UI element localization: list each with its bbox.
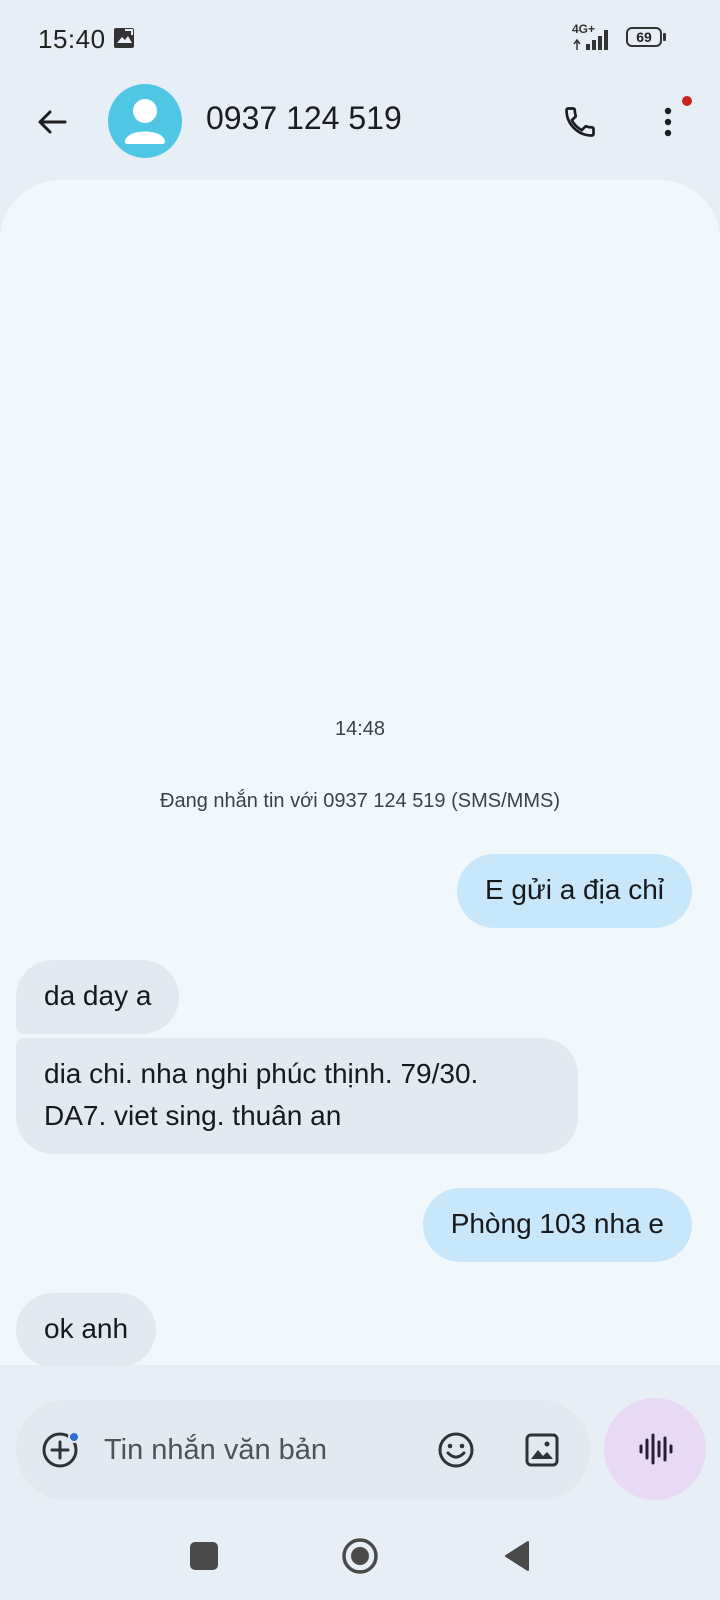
gallery-button[interactable] xyxy=(520,1428,564,1472)
nav-back-button[interactable] xyxy=(502,1538,532,1574)
recents-button[interactable] xyxy=(190,1542,218,1570)
emoji-button[interactable] xyxy=(434,1428,478,1472)
message-bubble-incoming[interactable]: da day a xyxy=(16,960,180,1034)
contact-title[interactable]: 0937 124 519 xyxy=(206,100,402,137)
message-list[interactable]: 14:48 Đang nhắn tin với 0937 124 519 (SM… xyxy=(0,180,720,1367)
call-button[interactable] xyxy=(556,98,604,146)
message-input[interactable] xyxy=(104,1400,414,1500)
person-icon xyxy=(125,99,165,144)
message-line: dia chi. nha nghi phúc thịnh. 79/30. xyxy=(44,1058,479,1089)
message-bubble-outgoing[interactable]: Phòng 103 nha e xyxy=(422,1188,692,1262)
status-bar: 15:40 4G+ 69 xyxy=(0,0,720,80)
phone-icon xyxy=(565,107,595,137)
conversation-info: Đang nhắn tin với 0937 124 519 (SMS/MMS) xyxy=(160,790,560,812)
message-bubble-incoming[interactable]: ok anh xyxy=(16,1293,157,1367)
home-button[interactable] xyxy=(340,1536,380,1576)
message-bubble-outgoing[interactable]: E gửi a địa chỉ xyxy=(456,854,692,928)
message-composer xyxy=(16,1400,590,1500)
notification-dot xyxy=(682,96,692,106)
battery-icon: 69 xyxy=(626,27,666,49)
conversation-header: 0937 124 519 xyxy=(0,80,720,180)
battery-level: 69 xyxy=(636,29,652,45)
contact-avatar[interactable] xyxy=(108,84,182,158)
message-timestamp: 14:48 xyxy=(334,718,386,740)
more-vert-icon xyxy=(664,107,672,137)
status-time: 15:40 xyxy=(38,24,106,54)
add-circle-icon xyxy=(42,1431,80,1468)
system-nav-bar xyxy=(0,1520,720,1600)
message-bubble-incoming[interactable]: dia chi. nha nghi phúc thịnh. 79/30. DA7… xyxy=(16,1038,578,1154)
message-line: DA7. viet sing. thuân an xyxy=(44,1100,342,1131)
signal-icon: 4G+ xyxy=(572,22,620,52)
gallery-notification-icon xyxy=(112,26,136,50)
back-arrow-icon xyxy=(38,110,67,134)
attach-button[interactable] xyxy=(38,1426,86,1474)
waveform-icon xyxy=(639,1433,673,1465)
home-circle-icon xyxy=(342,1538,378,1574)
back-triangle-icon xyxy=(505,1541,529,1571)
back-button[interactable] xyxy=(28,98,76,146)
voice-message-button[interactable] xyxy=(604,1398,706,1500)
emoji-icon xyxy=(438,1432,474,1468)
image-icon xyxy=(525,1433,559,1467)
